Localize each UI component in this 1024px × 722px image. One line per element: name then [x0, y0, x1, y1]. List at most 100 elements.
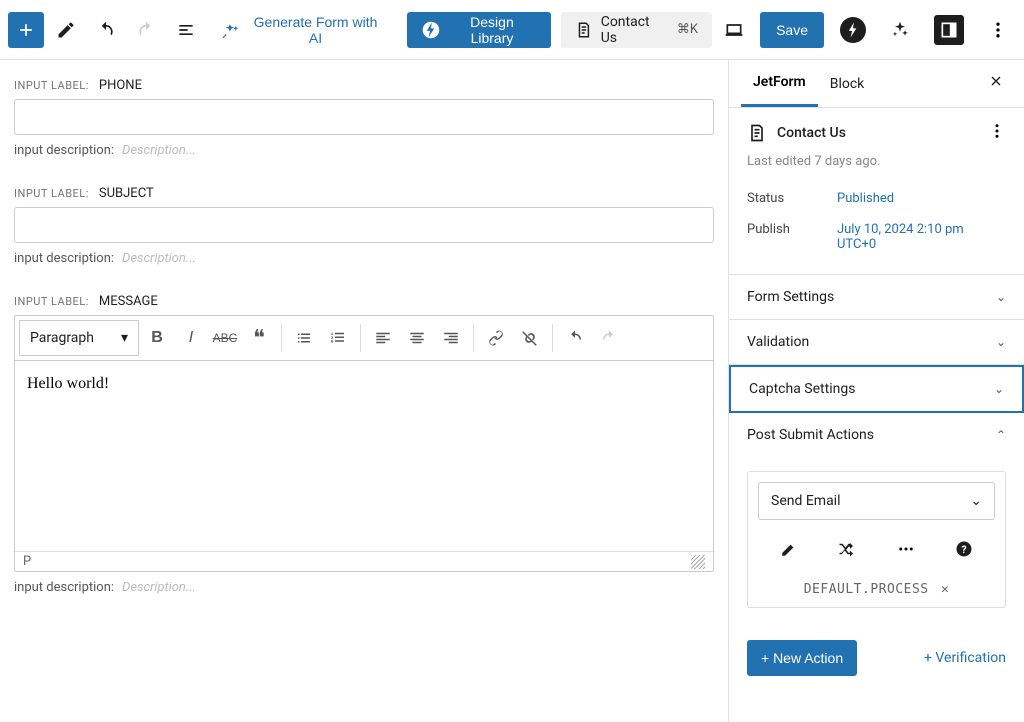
tab-block[interactable]: Block: [818, 62, 877, 106]
page-icon: [747, 123, 767, 143]
tab-jetform[interactable]: JetForm: [741, 60, 818, 107]
new-action-button[interactable]: + New Action: [747, 640, 857, 676]
desc-placeholder[interactable]: Description...: [122, 143, 196, 158]
action-tag: DEFAULT.PROCESS ✕: [748, 572, 1005, 607]
italic-icon: I: [189, 329, 193, 347]
document-title-pill[interactable]: Contact Us ⌘K: [561, 12, 712, 48]
more-action-button[interactable]: [897, 540, 915, 562]
svg-text:?: ?: [961, 543, 966, 556]
panel-validation[interactable]: Validation ⌄: [729, 320, 1024, 365]
input-label-value[interactable]: MESSAGE: [99, 294, 158, 309]
panel-label: Validation: [747, 334, 809, 350]
preview-device-button[interactable]: [716, 12, 752, 48]
save-button[interactable]: Save: [760, 12, 824, 48]
dots-icon: [897, 540, 915, 558]
top-toolbar: Generate Form with AI Design Library Con…: [0, 0, 1024, 60]
unlink-button[interactable]: [514, 320, 546, 356]
field-message: INPUT LABEL: MESSAGE Paragraph ▾ B I ABC…: [14, 294, 714, 595]
publish-value[interactable]: July 10, 2024 2:10 pm UTC+0: [837, 222, 1006, 252]
field-subject: INPUT LABEL: SUBJECT input description: …: [14, 186, 714, 266]
generate-ai-button[interactable]: Generate Form with AI: [208, 12, 397, 48]
resize-handle[interactable]: [691, 555, 705, 569]
desc-placeholder[interactable]: Description...: [122, 251, 196, 266]
jet-plugin-button[interactable]: [832, 12, 874, 48]
sidebar-toggle-button[interactable]: [926, 12, 972, 48]
edit-action-button[interactable]: [780, 540, 798, 562]
separator: [552, 324, 553, 352]
strikethrough-button[interactable]: ABC: [209, 320, 241, 356]
desc-placeholder[interactable]: Description...: [122, 580, 196, 595]
editor-canvas[interactable]: INPUT LABEL: PHONE input description: De…: [0, 60, 728, 722]
blockquote-button[interactable]: ❝: [243, 320, 275, 356]
document-outline-button[interactable]: [168, 12, 204, 48]
action-type-select[interactable]: Send Email ⌄: [758, 482, 995, 520]
edit-mode-button[interactable]: [48, 12, 84, 48]
generate-ai-label: Generate Form with AI: [246, 14, 385, 46]
design-library-button[interactable]: Design Library: [407, 12, 551, 48]
bold-button[interactable]: B: [141, 320, 173, 356]
rich-text-editor: Paragraph ▾ B I ABC ❝: [14, 315, 714, 572]
number-list-button[interactable]: [322, 320, 354, 356]
align-center-icon: [408, 329, 426, 347]
status-value[interactable]: Published: [837, 191, 894, 206]
verification-link[interactable]: + Verification: [924, 650, 1006, 666]
close-icon: [988, 73, 1004, 89]
panel-form-settings[interactable]: Form Settings ⌄: [729, 275, 1024, 320]
ai-sparkle-button[interactable]: [882, 12, 918, 48]
editor-redo-button[interactable]: [593, 320, 625, 356]
align-right-button[interactable]: [435, 320, 467, 356]
bolt-icon: [840, 17, 866, 43]
chevron-up-icon: ⌃: [996, 428, 1006, 442]
phone-input[interactable]: [14, 99, 714, 135]
undo-icon: [566, 329, 584, 347]
strike-icon: ABC: [213, 331, 238, 345]
panel-post-submit-actions[interactable]: Post Submit Actions ⌃: [729, 413, 1024, 457]
doc-actions-button[interactable]: [988, 122, 1006, 144]
action-type-label: Send Email: [771, 493, 841, 509]
sparkle-icon: [890, 20, 910, 40]
align-left-icon: [374, 329, 392, 347]
format-select[interactable]: Paragraph ▾: [19, 320, 139, 356]
redo-icon: [136, 20, 156, 40]
input-label-prefix: INPUT LABEL:: [14, 79, 89, 92]
sidebar-summary: Contact Us Last edited 7 days ago. Statu…: [729, 108, 1024, 275]
add-block-button[interactable]: [8, 12, 44, 48]
help-button[interactable]: ?: [955, 540, 973, 562]
link-icon: [487, 329, 505, 347]
panel-label: Captcha Settings: [749, 381, 855, 397]
field-phone: INPUT LABEL: PHONE input description: De…: [14, 78, 714, 158]
panel-captcha-settings[interactable]: Captcha Settings ⌄: [729, 365, 1024, 413]
laptop-icon: [724, 20, 744, 40]
rich-text-body[interactable]: Hello world!: [15, 361, 713, 551]
plus-icon: [16, 20, 36, 40]
close-sidebar-button[interactable]: [980, 65, 1012, 102]
bullet-list-button[interactable]: [288, 320, 320, 356]
list-icon: [176, 20, 196, 40]
conditions-button[interactable]: [838, 540, 856, 562]
undo-button[interactable]: [88, 12, 124, 48]
input-label-value[interactable]: SUBJECT: [99, 186, 154, 201]
more-options-button[interactable]: [980, 12, 1016, 48]
editor-undo-button[interactable]: [559, 320, 591, 356]
input-label-value[interactable]: PHONE: [99, 78, 142, 93]
desc-label: input description:: [14, 580, 114, 595]
desc-label: input description:: [14, 251, 114, 266]
action-card: Send Email ⌄ ? DEFAULT.PROCESS ✕: [747, 471, 1006, 608]
kebab-icon: [988, 20, 1008, 40]
status-label: Status: [747, 191, 837, 206]
align-left-button[interactable]: [367, 320, 399, 356]
link-button[interactable]: [480, 320, 512, 356]
save-label: Save: [776, 22, 808, 38]
editor-status-path[interactable]: P: [23, 554, 31, 569]
align-center-button[interactable]: [401, 320, 433, 356]
subject-input[interactable]: [14, 207, 714, 243]
italic-button[interactable]: I: [175, 320, 207, 356]
document-shortcut: ⌘K: [677, 22, 698, 37]
magic-wand-icon: [220, 20, 240, 40]
bolt-circle-icon: [421, 20, 441, 40]
unlink-icon: [521, 329, 539, 347]
redo-button[interactable]: [128, 12, 164, 48]
separator: [281, 324, 282, 352]
settings-sidebar: JetForm Block Contact Us Last edited 7 d…: [728, 60, 1024, 722]
remove-tag-button[interactable]: ✕: [941, 582, 949, 597]
